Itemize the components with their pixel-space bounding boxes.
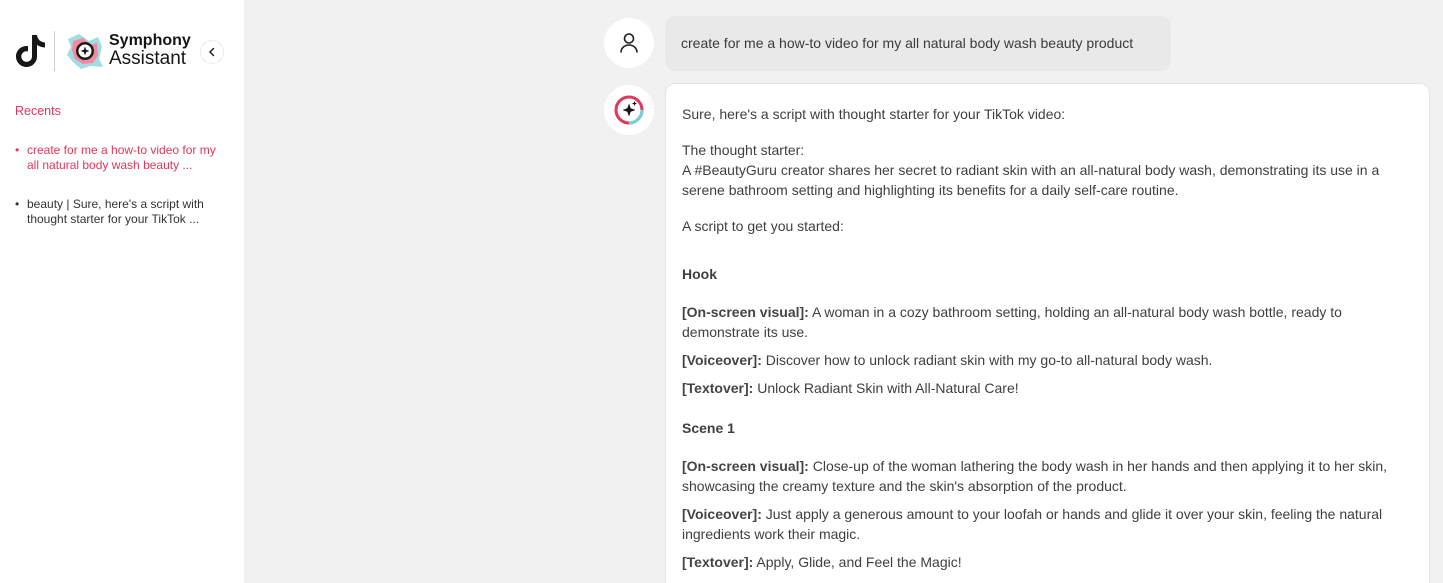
recents-label: Recents	[15, 104, 61, 118]
brand-title: Symphony Assistant	[109, 32, 191, 70]
recent-chat-text: beauty | Sure, here's a script with thou…	[27, 197, 204, 226]
scene1-voiceover-text: Just apply a generous amount to your loo…	[682, 506, 1383, 542]
sidebar: Symphony Assistant Recents • create for …	[0, 0, 244, 583]
bullet: •	[15, 197, 20, 211]
brand-title-line2: Assistant	[109, 48, 187, 70]
scene1-voiceover-label: [Voiceover]:	[682, 506, 762, 522]
hook-textover-text: Unlock Radiant Skin with All-Natural Car…	[753, 380, 1019, 396]
bullet: •	[15, 143, 20, 157]
brand-divider	[54, 31, 55, 71]
tiktok-logo-icon	[16, 35, 45, 67]
scene1-textover-text: Apply, Glide, and Feel the Magic!	[753, 554, 962, 570]
hook-heading: Hook	[682, 266, 717, 282]
hook-visual: [On-screen visual]: A woman in a cozy ba…	[682, 302, 1417, 342]
scene1-visual-label: [On-screen visual]:	[682, 458, 809, 474]
brand: Symphony Assistant	[14, 28, 191, 74]
thought-starter-label: The thought starter:	[682, 142, 805, 158]
hook-textover-label: [Textover]:	[682, 380, 754, 396]
scene1-textover: [Textover]: Apply, Glide, and Feel the M…	[682, 552, 1417, 572]
scene1-heading: Scene 1	[682, 420, 735, 436]
chevron-left-icon	[208, 47, 215, 57]
user-icon	[620, 33, 638, 53]
symphony-logo-icon	[67, 34, 103, 69]
collapse-sidebar-button[interactable]	[200, 40, 224, 64]
recent-chat-item[interactable]: • beauty | Sure, here's a script with th…	[15, 197, 230, 227]
recent-chat-item[interactable]: • create for me a how-to video for my al…	[15, 143, 230, 173]
response-intro: Sure, here's a script with thought start…	[682, 106, 1066, 122]
hook-textover: [Textover]: Unlock Radiant Skin with All…	[682, 378, 1417, 398]
user-avatar	[604, 18, 654, 68]
recent-chat-text: create for me a how-to video for my all …	[27, 143, 216, 172]
hook-voiceover-label: [Voiceover]:	[682, 352, 762, 368]
user-message: create for me a how-to video for my all …	[665, 16, 1171, 71]
scene1-textover-label: [Textover]:	[682, 554, 754, 570]
scene1-visual: [On-screen visual]: Close-up of the woma…	[682, 456, 1417, 496]
assistant-response: Sure, here's a script with thought start…	[665, 83, 1430, 583]
thought-starter-text: A #BeautyGuru creator shares her secret …	[682, 162, 1380, 198]
hook-voiceover: [Voiceover]: Discover how to unlock radi…	[682, 350, 1417, 370]
app: Symphony Assistant Recents • create for …	[0, 0, 1443, 583]
assistant-avatar	[604, 85, 654, 135]
brand-title-line1: Symphony	[109, 31, 191, 49]
recents-list: • create for me a how-to video for my al…	[15, 143, 230, 227]
sparkle-icon	[614, 95, 644, 125]
hook-visual-label: [On-screen visual]:	[682, 304, 809, 320]
hook-voiceover-text: Discover how to unlock radiant skin with…	[761, 352, 1213, 368]
scene1-voiceover: [Voiceover]: Just apply a generous amoun…	[682, 504, 1417, 544]
script-intro: A script to get you started:	[682, 218, 844, 234]
